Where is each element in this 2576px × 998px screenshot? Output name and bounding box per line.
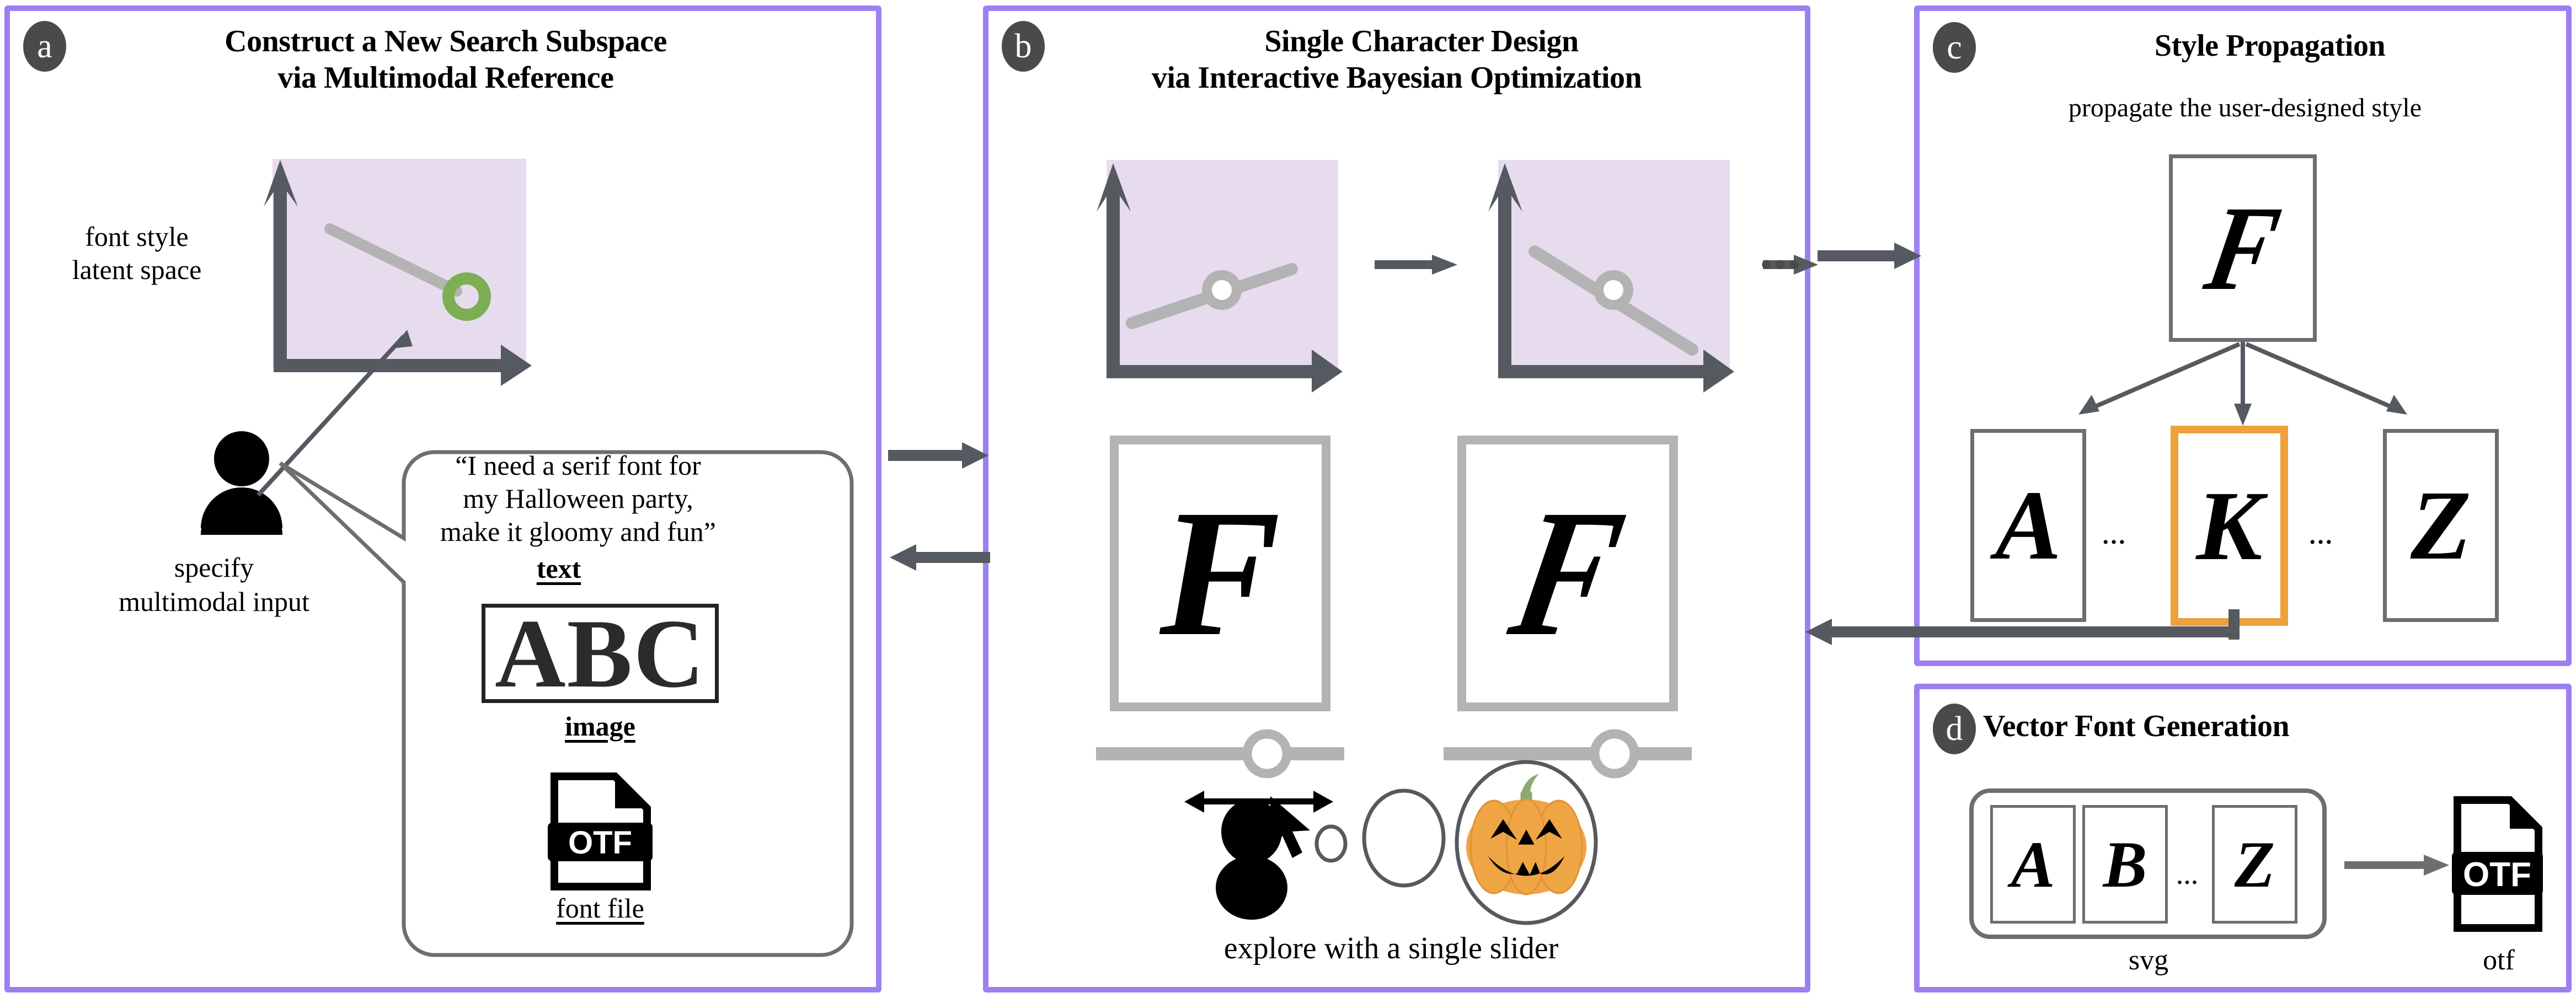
image-modality-preview: ABC <box>482 604 719 703</box>
otf-file-icon: OTF <box>548 772 653 890</box>
bubble-quote-line3: make it gloomy and fun” <box>440 516 716 547</box>
panel-style-propagation: c Style Propagation propagate the user-d… <box>1914 6 2572 666</box>
character-preview-right-glyph: F <box>1498 473 1637 674</box>
panel-single-character-design: b Single Character Design via Interactiv… <box>983 6 1818 992</box>
svg-caption: svg <box>2128 945 2169 976</box>
svg-glyph-separator: … <box>2176 864 2200 889</box>
steps-ellipsis: ••• <box>1761 246 1803 283</box>
panel-c-badge: c <box>1933 22 1976 73</box>
source-character-box: F <box>2169 154 2317 342</box>
step-arrow-1 <box>1375 255 1457 275</box>
svg-glyph-box-z: Z <box>2212 805 2297 924</box>
panel-b-title-line1: Single Character Design <box>1264 24 1579 58</box>
image-modality-caption: image <box>565 711 635 742</box>
panel-b-title-line2: via Interactive Bayesian Optimization <box>1151 61 1642 95</box>
target-separator-left: … <box>2102 522 2128 549</box>
font-file-caption: font file <box>556 893 644 924</box>
svg-glyph-z: Z <box>2234 827 2275 901</box>
acquisition-plot-step2 <box>1488 160 1734 393</box>
style-slider-right[interactable] <box>1444 725 1697 786</box>
arrow-b-to-c <box>1818 243 1921 269</box>
target-separator-right: … <box>2308 522 2335 549</box>
target-character-box-z[interactable]: Z <box>2383 429 2499 622</box>
arrow-b-to-a <box>890 544 990 571</box>
panel-c-subtitle: propagate the user-designed style <box>2068 93 2422 122</box>
arrow-a-to-b <box>888 442 988 469</box>
thought-bubble-with-pumpkin <box>1314 760 1598 925</box>
character-preview-right[interactable]: F <box>1457 436 1678 711</box>
panel-a-badge: a <box>23 21 66 72</box>
bubble-quote-line1: “I need a serif font for <box>455 450 701 481</box>
latent-space-label-line1: font style <box>85 221 189 252</box>
latent-space-label-line2: latent space <box>72 254 202 285</box>
target-character-glyph-k: K <box>2196 470 2263 581</box>
arrow-c-feedback-stub <box>2228 609 2240 640</box>
acquisition-plot-step1 <box>1097 160 1343 393</box>
svg-glyph-b: B <box>2103 827 2147 901</box>
propagation-arrows <box>2078 342 2407 426</box>
panel-a-title-line1: Construct a New Search Subspace <box>225 24 667 58</box>
character-preview-left-glyph: F <box>1159 473 1281 674</box>
target-character-box-k[interactable]: K <box>2171 426 2288 626</box>
svg-text:OTF: OTF <box>2463 856 2531 894</box>
otf-caption: otf <box>2483 945 2515 976</box>
panel-c-title: Style Propagation <box>2154 29 2386 63</box>
character-preview-left[interactable]: F <box>1110 436 1330 711</box>
svg-glyph-box-b: B <box>2082 805 2168 924</box>
image-modality-glyphs: ABC <box>495 604 706 703</box>
panel-b-footer-label: explore with a single slider <box>1223 931 1559 965</box>
svg-text:OTF: OTF <box>568 825 632 861</box>
otf-output-icon: OTF <box>2452 796 2543 932</box>
bubble-quote-line2: my Halloween party, <box>463 483 693 514</box>
target-character-glyph-a: A <box>1995 470 2062 580</box>
arrow-c-to-b <box>1805 619 2240 645</box>
svg-to-otf-arrow <box>2344 855 2449 876</box>
user-person-icon-b <box>1216 800 1287 920</box>
svg-glyph-a: A <box>2011 827 2055 901</box>
panel-d-badge: d <box>1933 704 1976 754</box>
panel-d-title: Vector Font Generation <box>1983 709 2290 743</box>
target-character-glyph-z: Z <box>2411 470 2471 580</box>
panel-vector-font-generation: d Vector Font Generation A B … Z svg OTF… <box>1914 684 2572 992</box>
source-character-glyph: F <box>2196 181 2289 315</box>
svg-glyph-box-a: A <box>1990 805 2076 924</box>
panel-a-title-line2: via Multimodal Reference <box>277 61 614 95</box>
style-slider-left[interactable] <box>1096 725 1350 786</box>
text-modality-caption: text <box>536 553 581 584</box>
target-character-box-a[interactable]: A <box>1970 429 2086 622</box>
panel-construct-search-subspace: a Construct a New Search Subspace via Mu… <box>4 6 881 992</box>
